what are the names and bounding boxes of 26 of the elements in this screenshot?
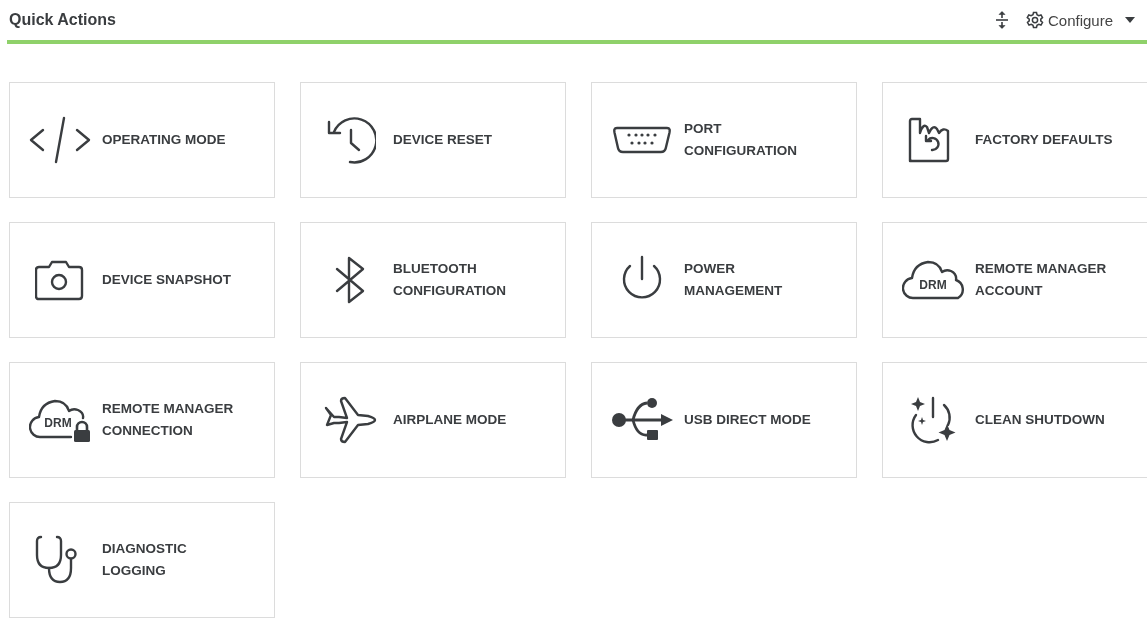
quick-action-tile[interactable]: USB DIRECT MODE (591, 362, 857, 478)
usb-icon (611, 397, 673, 443)
quick-action-tile[interactable]: AIRPLANE MODE (300, 362, 566, 478)
history-icon (326, 115, 376, 165)
quick-action-tile[interactable]: DIAGNOSTIC LOGGING (9, 502, 275, 618)
airplane-icon (323, 396, 379, 444)
panel-title: Quick Actions (9, 11, 117, 29)
quick-action-tile[interactable]: PORT CONFIGURATION (591, 82, 857, 198)
clean-power-icon (908, 395, 958, 445)
quick-action-tile[interactable]: OPERATING MODE (9, 82, 275, 198)
expand-collapse-icon[interactable] (995, 11, 1008, 29)
code-icon (29, 116, 91, 164)
quick-action-tile[interactable]: DRM REMOTE MANAGER ACCOUNT (882, 222, 1147, 338)
quick-action-tile[interactable]: FACTORY DEFAULTS (882, 82, 1147, 198)
quick-action-tile[interactable]: POWER MANAGEMENT (591, 222, 857, 338)
settings-icon (1025, 11, 1044, 29)
quick-action-tile[interactable]: DEVICE SNAPSHOT (9, 222, 275, 338)
caret-icon (1125, 17, 1135, 23)
quick-action-tile[interactable]: BLUETOOTH CONFIGURATION (300, 222, 566, 338)
camera-icon (35, 259, 85, 301)
cloud-icon: DRM (902, 259, 964, 301)
serial-port-icon (613, 124, 671, 156)
quick-action-tile[interactable]: DRM REMOTE MANAGER CONNECTION (9, 362, 275, 478)
configure-button[interactable]: Configure (1025, 11, 1135, 29)
quick-action-tile[interactable]: CLEAN SHUTDOWN (882, 362, 1147, 478)
quick-action-tile[interactable]: DEVICE RESET (300, 82, 566, 198)
